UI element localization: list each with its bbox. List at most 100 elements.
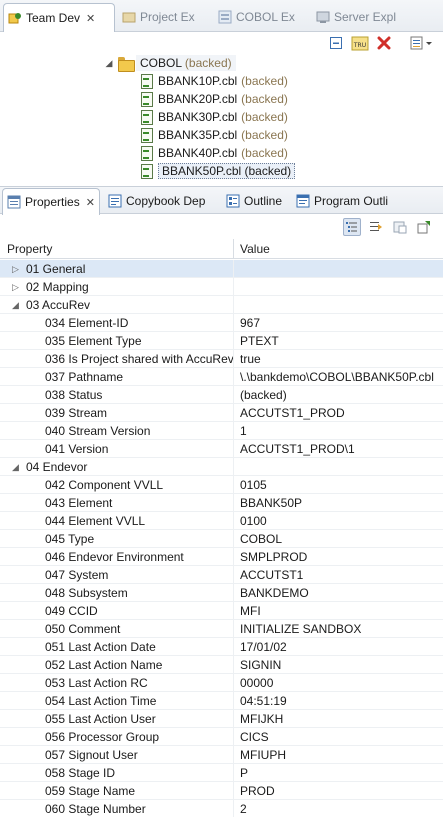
tree-node-label-group: COBOL (backed) [136, 55, 236, 71]
property-row[interactable]: 050 Comment INITIALIZE SANDBOX [0, 620, 443, 638]
tru-button[interactable]: TRU [351, 34, 369, 52]
team-developer-icon [8, 13, 21, 24]
tree-node-status: (backed) [241, 146, 288, 160]
property-row[interactable]: 049 CCID MFI [0, 602, 443, 620]
category-row[interactable]: ◢ 03 AccuRev [0, 296, 443, 314]
property-cell: 046 Endevor Environment [0, 548, 234, 566]
tab-outline[interactable]: Outline [222, 189, 288, 213]
property-row[interactable]: 039 Stream ACCUTST1_PROD [0, 404, 443, 422]
property-label: 037 Pathname [45, 370, 124, 384]
property-row[interactable]: 055 Last Action User MFIJKH [0, 710, 443, 728]
property-label: 047 System [45, 568, 109, 582]
property-row[interactable]: 047 System ACCUTST1 [0, 566, 443, 584]
property-row[interactable]: 040 Stream Version 1 [0, 422, 443, 440]
property-row[interactable]: 043 Element BBANK50P [0, 494, 443, 512]
tree-node-file[interactable]: BBANK40P.cbl (backed) [140, 144, 288, 162]
tree-node-cobol[interactable]: ◢ COBOL (backed) [104, 54, 236, 72]
property-value: ACCUTST1_PROD\1 [240, 442, 355, 456]
property-row[interactable]: 058 Stage ID P [0, 764, 443, 782]
properties-icon [7, 195, 21, 209]
view-menu-button[interactable] [409, 34, 435, 52]
tree-node-file[interactable]: BBANK10P.cbl (backed) [140, 72, 288, 90]
property-row[interactable]: 057 Signout User MFIUPH [0, 746, 443, 764]
property-row[interactable]: 046 Endevor Environment SMPLPROD [0, 548, 443, 566]
cobol-file-icon [140, 127, 154, 143]
property-row[interactable]: 042 Component VVLL 0105 [0, 476, 443, 494]
property-cell: 045 Type [0, 530, 234, 548]
property-value: 04:51:19 [240, 694, 287, 708]
show-categories-button[interactable] [343, 218, 361, 236]
property-label: 034 Element-ID [45, 316, 129, 330]
column-header-value[interactable]: Value [234, 239, 443, 259]
collapse-all-button[interactable] [327, 34, 345, 52]
category-row[interactable]: ▷ 01 General [0, 260, 443, 278]
tab-server-explorer[interactable]: Server Expl [312, 4, 412, 30]
property-label: 059 Stage Name [45, 784, 136, 798]
property-row[interactable]: 044 Element VVLL 0100 [0, 512, 443, 530]
property-cell: 052 Last Action Name [0, 656, 234, 674]
tab-cobol-explorer[interactable]: COBOL Ex [214, 4, 306, 30]
properties-toolbar [343, 216, 433, 238]
property-row[interactable]: 041 Version ACCUTST1_PROD\1 [0, 440, 443, 458]
property-row[interactable]: 052 Last Action Name SIGNIN [0, 656, 443, 674]
tree-node-status: (backed) [241, 110, 288, 124]
team-developer-tab-bar: Team Dev ✕ Project Ex COBOL Ex Server Ex… [0, 0, 443, 32]
category-row[interactable]: ◢ 04 Endevor [0, 458, 443, 476]
property-row[interactable]: 060 Stage Number 2 [0, 800, 443, 817]
property-cell: 036 Is Project shared with AccuRev [0, 350, 234, 368]
close-icon[interactable]: ✕ [86, 12, 95, 25]
pin-button[interactable] [415, 218, 433, 236]
category-row[interactable]: ▷ 02 Mapping [0, 278, 443, 296]
property-value: (backed) [240, 388, 287, 402]
show-advanced-button[interactable] [367, 218, 385, 236]
table-header: Property Value [0, 239, 443, 259]
property-row[interactable]: 038 Status (backed) [0, 386, 443, 404]
property-row[interactable]: 056 Processor Group CICS [0, 728, 443, 746]
server-explorer-icon [316, 11, 330, 23]
tab-team-developer[interactable]: Team Dev ✕ [3, 3, 115, 32]
property-label: 051 Last Action Date [45, 640, 156, 654]
category-label: 03 AccuRev [26, 298, 91, 312]
tab-label: COBOL Ex [236, 10, 295, 24]
outline-icon [226, 194, 240, 208]
property-label: 035 Element Type [45, 334, 142, 348]
column-header-property[interactable]: Property [0, 239, 234, 259]
property-row[interactable]: 053 Last Action RC 00000 [0, 674, 443, 692]
expanded-arrow-icon[interactable]: ◢ [12, 296, 19, 314]
restore-default-button[interactable] [391, 218, 409, 236]
tree-node-file[interactable]: BBANK20P.cbl (backed) [140, 90, 288, 108]
property-label: 045 Type [45, 532, 95, 546]
property-cell: 047 System [0, 566, 234, 584]
category-label: 04 Endevor [26, 460, 88, 474]
tab-copybook-dependencies[interactable]: Copybook Dep [104, 189, 218, 213]
tree-node-file[interactable]: BBANK35P.cbl (backed) [140, 126, 288, 144]
tree-node-file-selected[interactable]: BBANK50P.cbl (backed) [140, 162, 296, 180]
tree-node-file[interactable]: BBANK30P.cbl (backed) [140, 108, 288, 126]
property-row[interactable]: 059 Stage Name PROD [0, 782, 443, 800]
close-icon[interactable]: ✕ [86, 196, 95, 209]
property-row[interactable]: 034 Element-ID 967 [0, 314, 443, 332]
tree-node-label: BBANK35P.cbl [158, 128, 238, 142]
tab-project-explorer[interactable]: Project Ex [118, 4, 210, 30]
property-row[interactable]: 045 Type COBOL [0, 530, 443, 548]
expanded-arrow-icon[interactable]: ◢ [104, 58, 114, 69]
property-row[interactable]: 036 Is Project shared with AccuRev true [0, 350, 443, 368]
property-row[interactable]: 048 Subsystem BANKDEMO [0, 584, 443, 602]
property-row[interactable]: 037 Pathname \.\bankdemo\COBOL\BBANK50P.c… [0, 368, 443, 386]
property-row[interactable]: 035 Element Type PTEXT [0, 332, 443, 350]
expanded-arrow-icon[interactable]: ◢ [12, 458, 19, 476]
property-label: 048 Subsystem [45, 586, 128, 600]
tab-program-outline[interactable]: Program Outli [292, 189, 402, 213]
property-row[interactable]: 051 Last Action Date 17/01/02 [0, 638, 443, 656]
property-cell: 035 Element Type [0, 332, 234, 350]
property-value: ACCUTST1_PROD [240, 406, 345, 420]
collapsed-arrow-icon[interactable]: ▷ [12, 260, 19, 278]
tab-label: Properties [25, 195, 80, 209]
tab-label: Server Expl [334, 10, 397, 24]
delete-button[interactable] [375, 34, 393, 52]
property-label: 057 Signout User [45, 748, 138, 762]
property-row[interactable]: 054 Last Action Time 04:51:19 [0, 692, 443, 710]
restore-default-icon [393, 221, 407, 234]
tab-properties[interactable]: Properties ✕ [2, 188, 100, 215]
collapsed-arrow-icon[interactable]: ▷ [12, 278, 19, 296]
